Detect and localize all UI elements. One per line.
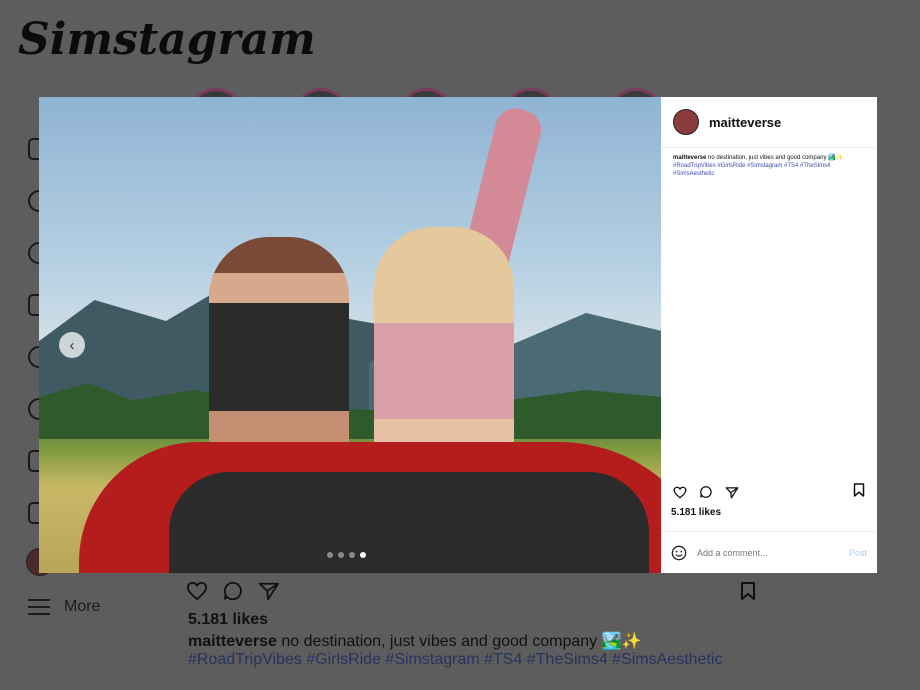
more-menu[interactable]: More <box>28 598 100 616</box>
photo-car-interior <box>169 472 649 573</box>
share-icon[interactable] <box>725 486 739 499</box>
comment-icon[interactable] <box>222 580 244 602</box>
bookmark-icon[interactable] <box>853 483 865 497</box>
post-header: maitteverse <box>661 97 877 148</box>
carousel-indicator <box>327 552 366 558</box>
feed-hashtags[interactable]: #RoadTripVibes #GirlsRide #Simstagram #T… <box>188 651 722 669</box>
caption-username[interactable]: maitteverse <box>673 155 706 161</box>
post-actions <box>673 485 739 499</box>
feed-post-actions <box>186 580 280 602</box>
previous-slide-button[interactable]: ‹ <box>59 332 85 358</box>
post-image: ‹ <box>39 97 661 573</box>
comment-bar: Post <box>661 531 877 573</box>
post-username[interactable]: maitteverse <box>709 115 781 130</box>
carousel-dot-active <box>360 552 366 558</box>
carousel-dot <box>338 552 344 558</box>
heart-icon[interactable] <box>673 486 687 499</box>
share-icon[interactable] <box>258 581 280 601</box>
post-comment-button[interactable]: Post <box>849 548 867 558</box>
heart-icon[interactable] <box>186 581 208 601</box>
feed-caption: maitteverse no destination, just vibes a… <box>188 631 641 651</box>
likes-count[interactable]: 5.181 likes <box>671 507 721 518</box>
chevron-left-icon: ‹ <box>69 336 75 354</box>
post-modal: ‹ maitteverse maitteverse no destination… <box>39 97 877 573</box>
more-label: More <box>64 598 101 615</box>
emoji-icon[interactable] <box>671 545 687 561</box>
comment-input[interactable] <box>695 546 841 559</box>
caption-hashtags[interactable]: #RoadTripVibes #GirlsRide #Simstagram #T… <box>673 163 830 177</box>
bookmark-icon[interactable] <box>740 582 756 600</box>
comment-icon[interactable] <box>699 485 713 499</box>
feed-likes-count[interactable]: 5.181 likes <box>188 611 268 629</box>
feed-caption-text: no destination, just vibes and good comp… <box>281 633 642 650</box>
post-side-panel: maitteverse maitteverse no destination, … <box>661 97 877 573</box>
carousel-dot <box>327 552 333 558</box>
caption-text: no destination, just vibes and good comp… <box>708 155 844 161</box>
post-caption: maitteverse no destination, just vibes a… <box>661 148 877 178</box>
app-logo[interactable]: Simstagram <box>18 14 316 65</box>
carousel-dot <box>349 552 355 558</box>
feed-caption-username[interactable]: maitteverse <box>188 633 277 650</box>
menu-icon <box>28 599 50 615</box>
avatar[interactable] <box>673 109 699 135</box>
